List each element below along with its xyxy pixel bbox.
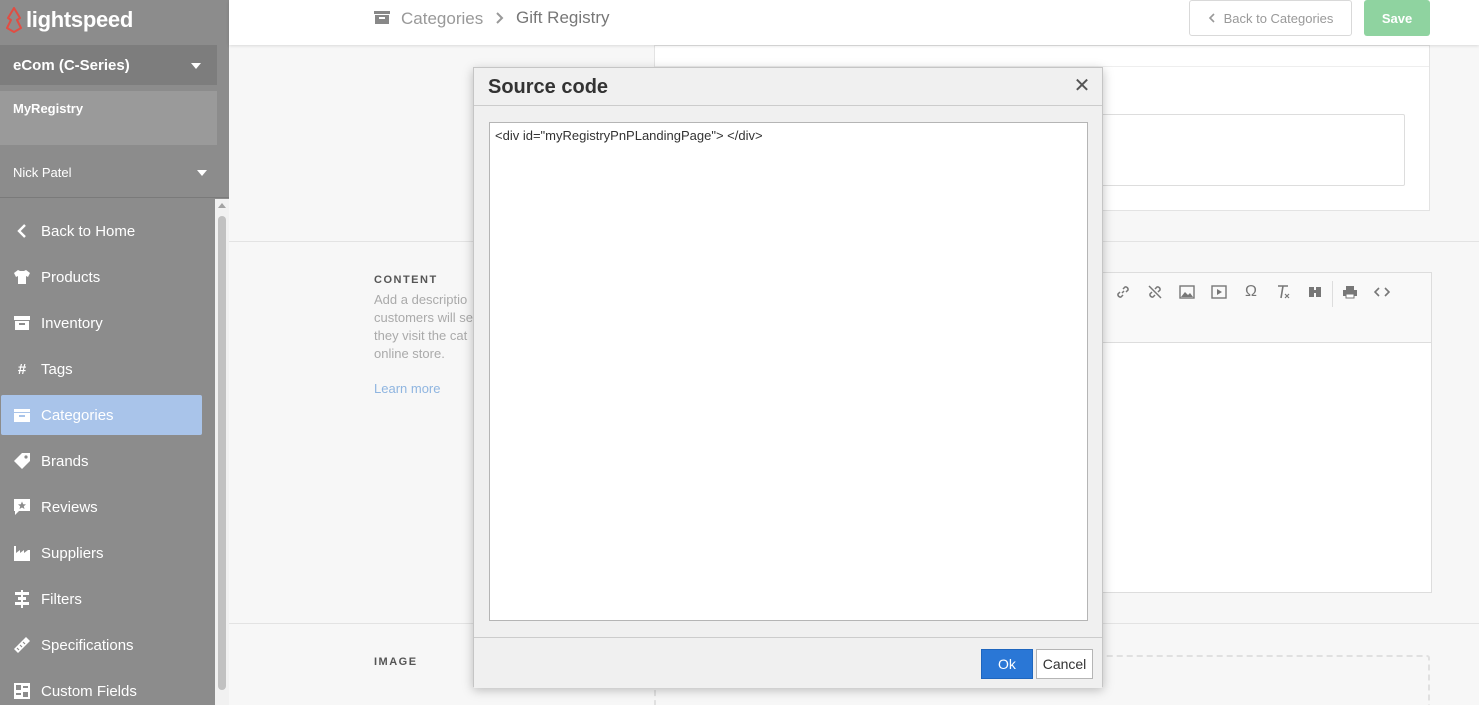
dialog-title: Source code	[488, 76, 609, 98]
chevron-down-icon	[197, 170, 207, 176]
video-icon[interactable]	[1208, 281, 1230, 303]
sidebar-item-label: Products	[41, 268, 101, 286]
ok-button[interactable]: Ok	[981, 649, 1033, 679]
store-selector[interactable]: eCom (C-Series)	[0, 45, 217, 85]
filter-icon	[12, 589, 32, 609]
sidebar-divider	[0, 197, 229, 198]
back-to-categories-label: Back to Categories	[1223, 10, 1334, 26]
image-icon[interactable]	[1176, 281, 1198, 303]
sidebar-item-categories[interactable]: Categories	[1, 395, 202, 435]
sidebar-item-label: Suppliers	[41, 544, 104, 562]
learn-more-link[interactable]: Learn more	[374, 381, 440, 396]
user-name: Nick Patel	[13, 165, 72, 180]
sidebar-item-back-to-home[interactable]: Back to Home	[0, 208, 215, 254]
breadcrumb-separator	[495, 9, 505, 32]
breadcrumb-categories[interactable]: Categories	[401, 9, 483, 29]
sidebar-item-specifications[interactable]: Specifications	[0, 622, 215, 668]
chevron-down-icon	[191, 63, 201, 69]
sidebar: lightspeed eCom (C-Series) MyRegistry Ni…	[0, 0, 229, 705]
folder-icon	[374, 11, 390, 24]
box-icon	[12, 313, 32, 333]
sidebar-item-label: Filters	[41, 590, 82, 608]
content-help-text: Add a descriptio customers will se they …	[374, 291, 474, 363]
fields-icon	[12, 681, 32, 701]
find-icon[interactable]	[1304, 281, 1326, 303]
sidebar-item-suppliers[interactable]: Suppliers	[0, 530, 215, 576]
shirt-icon	[12, 267, 32, 287]
toolbar-separator	[1332, 281, 1333, 307]
content-section-label: CONTENT	[374, 274, 438, 286]
dialog-header: Source code ✕	[474, 68, 1102, 106]
sidebar-item-label: Brands	[41, 452, 89, 470]
close-icon[interactable]: ✕	[1072, 76, 1092, 96]
link-icon[interactable]	[1112, 281, 1134, 303]
breadcrumb-current: Gift Registry	[516, 8, 610, 27]
folder-icon	[12, 405, 32, 425]
save-button[interactable]: Save	[1364, 0, 1430, 36]
print-icon[interactable]	[1339, 281, 1361, 303]
dialog-footer: Ok Cancel	[474, 637, 1102, 688]
sidebar-item-label: Reviews	[41, 498, 98, 516]
sidebar-nav: Back to Home Products Inventory # Tags C…	[0, 208, 215, 705]
sidebar-item-products[interactable]: Products	[0, 254, 215, 300]
help-line: Add a descriptio	[374, 292, 468, 307]
image-section-label: IMAGE	[374, 656, 418, 668]
sidebar-item-tags[interactable]: # Tags	[0, 346, 215, 392]
user-menu[interactable]: Nick Patel	[0, 160, 229, 186]
hash-icon: #	[17, 360, 27, 378]
sidebar-item-reviews[interactable]: Reviews	[0, 484, 215, 530]
lightspeed-flame-icon	[6, 7, 22, 33]
help-line: online store.	[374, 346, 445, 361]
sidebar-item-inventory[interactable]: Inventory	[0, 300, 215, 346]
sidebar-item-label: Custom Fields	[41, 682, 137, 700]
account-name: MyRegistry	[13, 101, 84, 116]
sidebar-item-filters[interactable]: Filters	[0, 576, 215, 622]
sidebar-item-label: Tags	[41, 360, 73, 378]
scroll-up-icon[interactable]	[218, 203, 226, 208]
ruler-icon	[12, 635, 32, 655]
account-box[interactable]: MyRegistry	[0, 91, 217, 145]
special-character-icon[interactable]: Ω	[1240, 281, 1262, 303]
cancel-button[interactable]: Cancel	[1036, 649, 1093, 679]
source-code-dialog: Source code ✕ <div id="myRegistryPnPLand…	[473, 67, 1103, 688]
chevron-left-icon	[12, 221, 32, 241]
sidebar-item-label: Categories	[41, 406, 114, 424]
source-code-icon[interactable]	[1371, 281, 1393, 303]
help-line: they visit the cat	[374, 328, 468, 343]
review-icon	[12, 497, 32, 517]
topbar: Categories Gift Registry Back to Categor…	[229, 0, 1479, 45]
help-line: customers will se	[374, 310, 473, 325]
source-code-textarea[interactable]: <div id="myRegistryPnPLandingPage"> </di…	[489, 122, 1088, 621]
sidebar-item-label: Back to Home	[41, 222, 136, 240]
chevron-left-icon	[1208, 11, 1216, 26]
clear-formatting-icon[interactable]	[1272, 281, 1294, 303]
sidebar-item-brands[interactable]: Brands	[0, 438, 215, 484]
unlink-icon[interactable]	[1144, 281, 1166, 303]
sidebar-item-label: Inventory	[41, 314, 103, 332]
factory-icon	[12, 543, 32, 563]
sidebar-item-label: Specifications	[41, 636, 134, 654]
dialog-body: <div id="myRegistryPnPLandingPage"> </di…	[474, 106, 1102, 637]
tag-icon	[12, 451, 32, 471]
logo[interactable]: lightspeed	[4, 6, 133, 34]
sidebar-scroll-thumb[interactable]	[218, 216, 226, 690]
back-to-categories-button[interactable]: Back to Categories	[1189, 0, 1352, 36]
logo-text: lightspeed	[26, 7, 134, 32]
sidebar-item-custom-fields[interactable]: Custom Fields	[0, 668, 215, 705]
store-name: eCom (C-Series)	[13, 57, 130, 74]
